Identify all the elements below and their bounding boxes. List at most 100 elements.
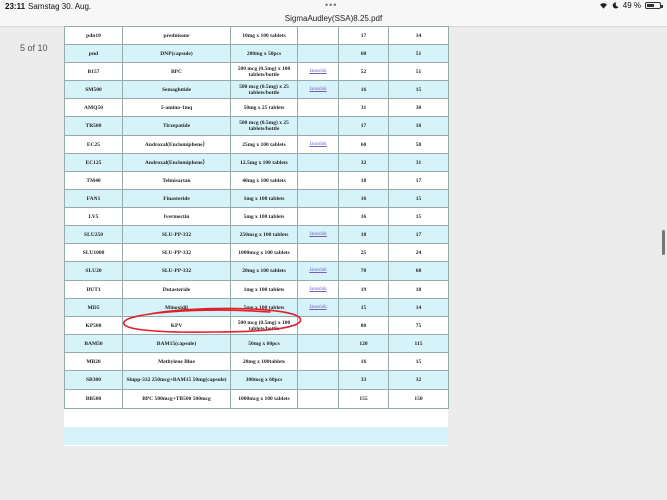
product-code: DUT1 (64, 280, 123, 299)
document-title[interactable]: SigmaAudley(SSA)8.25.pdf (0, 14, 667, 23)
table-row: EC125 Androxal(Enclomiphene） 12.5mg x 100 … (64, 153, 449, 172)
price-2: 14 (388, 26, 449, 45)
product-name: Dutasteride (122, 280, 231, 299)
price-table: pdn10 prednisone 10mg x 100 tablets 17 14 pnd… (64, 26, 449, 409)
price-2: 17 (388, 171, 449, 190)
table-row: SLU20 SLU-PP-332 20mg x 100 tablets Janoshi… (64, 261, 449, 281)
product-name: Ivermectin (122, 207, 231, 226)
product-name: KPV (122, 316, 231, 335)
price-1: 120 (338, 334, 389, 353)
product-spec: 500 mcg (0.5mg) x 100 tablets/bottle (230, 62, 298, 81)
table-row: MD5 Minoxidil 5mg x 100 tablets Janoshik 15 1… (64, 298, 449, 317)
product-name: Finasteride (122, 189, 231, 208)
test-report-link (297, 316, 339, 335)
price-1: 16 (338, 207, 389, 226)
product-code: SLU250 (64, 225, 123, 244)
test-report-link[interactable]: Janoshik (297, 261, 339, 281)
price-2: 31 (388, 153, 449, 172)
table-row: TM40 Telmisartan 40mg x 100 tablets 18 17 (64, 171, 449, 190)
product-name: Methylene Blue (122, 352, 231, 371)
price-2: 24 (388, 243, 449, 262)
price-1: 52 (338, 62, 389, 81)
product-name: Slupp-332 250mcg+BAM15 50mg(capsule) (122, 370, 231, 390)
price-2: 51 (388, 44, 449, 63)
multitasking-dots-icon[interactable]: ••• (325, 0, 337, 10)
product-spec: 1000mcg x 100 tablets (230, 389, 298, 409)
product-name: BAM15(capsule) (122, 334, 231, 353)
product-spec: 500 mcg (0.5mg) x 25 tablets/bottle (230, 116, 298, 136)
product-name: Semaglutide (122, 80, 231, 99)
table-row: SLU1000 SLU-PP-332 1000mcg x 100 tablets 25… (64, 243, 449, 262)
product-name: Telmisartan (122, 171, 231, 190)
product-spec: 250mcg x 100 tablets (230, 225, 298, 244)
product-spec: 20mg x 100 tablets (230, 261, 298, 281)
price-2: 75 (388, 316, 449, 335)
product-spec: 5mg x 100 tablets (230, 207, 298, 226)
price-2: 15 (388, 80, 449, 99)
test-report-link (297, 171, 339, 190)
test-report-link (297, 207, 339, 226)
product-name: SLU-PP-332 (122, 225, 231, 244)
document-title-bar: SigmaAudley(SSA)8.25.pdf (0, 12, 667, 27)
table-row: AMQ50 5-amino-1mq 50mg x 25 tablets 31 30 (64, 98, 449, 117)
product-name: Tirzepatide (122, 116, 231, 136)
product-code: pdn10 (64, 26, 123, 45)
test-report-link (297, 116, 339, 136)
product-spec: 40mg x 100 tablets (230, 171, 298, 190)
price-1: 25 (338, 243, 389, 262)
test-report-link (297, 44, 339, 63)
test-report-link (297, 334, 339, 353)
price-1: 155 (338, 389, 389, 409)
scrollbar-handle[interactable] (662, 230, 665, 255)
product-name: 5-amino-1mq (122, 98, 231, 117)
product-spec: 500 mcg (0.5mg) x 100 tablets/bottle (230, 316, 298, 335)
price-1: 80 (338, 316, 389, 335)
wifi-icon (599, 3, 607, 9)
test-report-link[interactable]: Janoshik (297, 80, 339, 99)
price-1: 60 (338, 44, 389, 63)
product-code: EC125 (64, 153, 123, 172)
test-report-link[interactable]: Janoshik (297, 280, 339, 299)
price-2: 16 (388, 116, 449, 136)
price-2: 18 (388, 280, 449, 299)
product-spec: 1mg x 100 tablets (230, 189, 298, 208)
test-report-link[interactable]: Janoshik (297, 225, 339, 244)
price-1: 16 (338, 189, 389, 208)
table-row: SB300 Slupp-332 250mcg+BAM15 50mg(capsule… (64, 370, 449, 390)
table-row: pdn10 prednisone 10mg x 100 tablets 17 14 (64, 26, 449, 45)
price-2: 115 (388, 334, 449, 353)
product-spec: 200mg x 50pcs (230, 44, 298, 63)
status-date: Samstag 30. Aug. (28, 2, 92, 11)
product-code: LV5 (64, 207, 123, 226)
test-report-link (297, 352, 339, 371)
product-code: EC25 (64, 135, 123, 154)
test-report-link[interactable]: Janoshik (297, 298, 339, 317)
test-report-link[interactable]: Janoshik (297, 135, 339, 154)
table-row: pnd DNP(capsule) 200mg x 50pcs 60 51 (64, 44, 449, 63)
product-name: Androxal(Enclomiphene） (122, 135, 231, 154)
product-code: KP500 (64, 316, 123, 335)
price-2: 15 (388, 207, 449, 226)
product-code: pnd (64, 44, 123, 63)
price-2: 30 (388, 98, 449, 117)
battery-icon (645, 2, 663, 9)
product-code: B157 (64, 62, 123, 81)
test-report-link[interactable]: Janoshik (297, 62, 339, 81)
table-row: TR500 Tirzepatide 500 mcg (0.5mg) x 25 tab… (64, 116, 449, 136)
price-2: 15 (388, 352, 449, 371)
page-footer-band (64, 427, 448, 445)
product-code: BB500 (64, 389, 123, 409)
price-1: 17 (338, 116, 389, 136)
page-indicator: 5 of 10 (20, 43, 48, 53)
product-name: prednisone (122, 26, 231, 45)
product-code: TR500 (64, 116, 123, 136)
price-2: 150 (388, 389, 449, 409)
test-report-link (297, 153, 339, 172)
product-spec: 5mg x 100 tablets (230, 298, 298, 317)
price-2: 51 (388, 62, 449, 81)
table-row: FAN1 Finasteride 1mg x 100 tablets 16 15 (64, 189, 449, 208)
status-time: 23:11 (5, 2, 26, 11)
product-spec: 300mcg x 60pcs (230, 370, 298, 390)
table-row: LV5 Ivermectin 5mg x 100 tablets 16 15 (64, 207, 449, 226)
test-report-link (297, 98, 339, 117)
